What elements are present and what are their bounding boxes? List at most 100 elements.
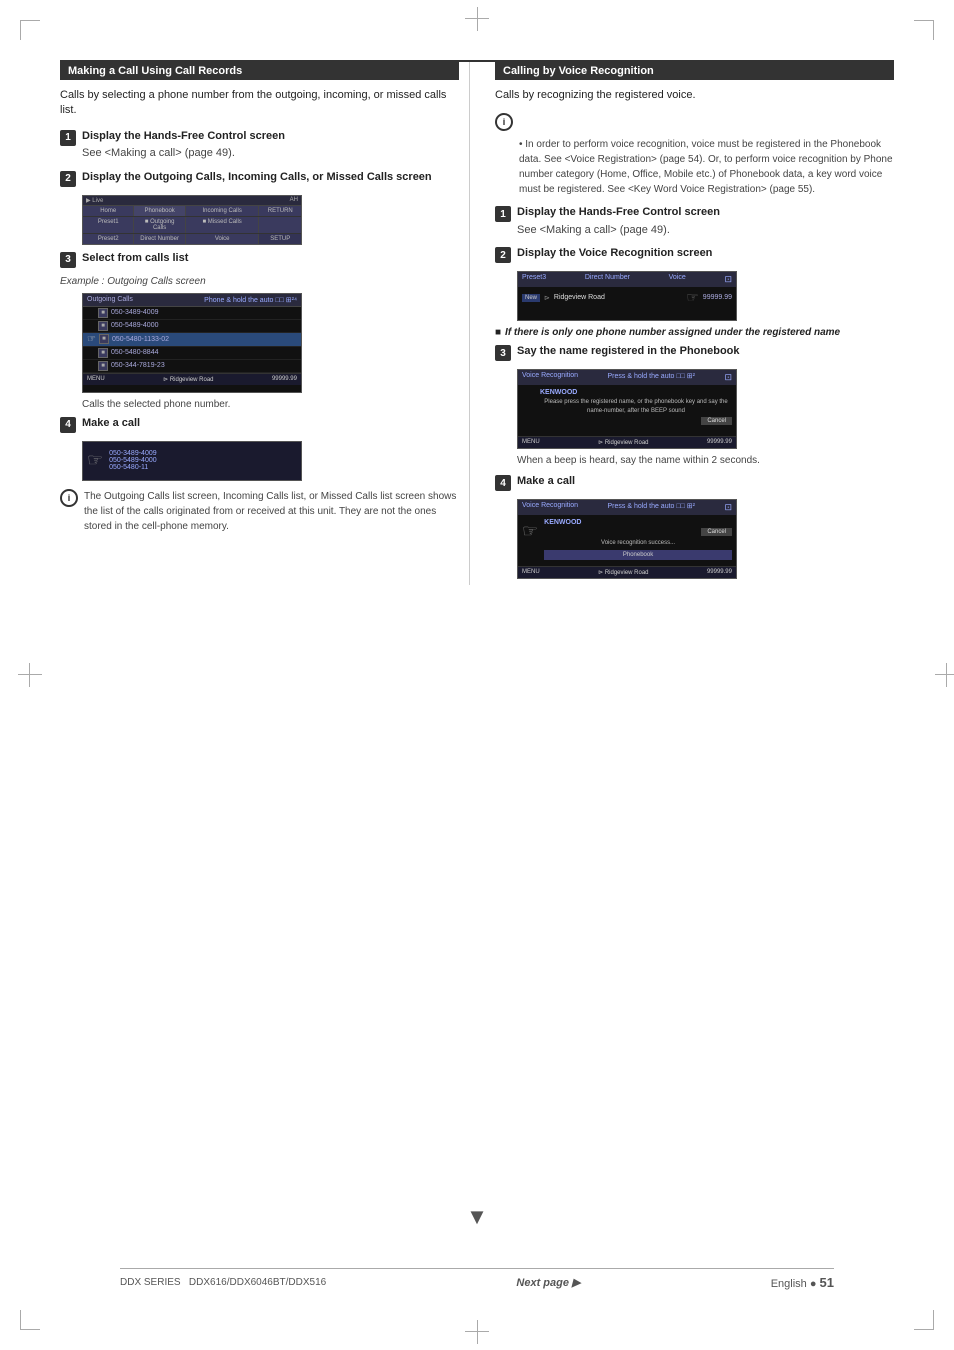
left-step-1: 1 Display the Hands-Free Control screen … [60,129,459,162]
screen-btn-row-1: Home Phonebook Incoming Calls RETURN [83,206,301,217]
step-num-1: 1 [60,130,76,146]
right-step-1-content: Display the Hands-Free Control screen Se… [517,205,894,238]
bottom-right-info: English ● 51 [771,1275,834,1290]
make-call-vr-icon: ☞ [522,521,538,560]
crop-mark-bl [20,1310,40,1330]
step-2-title: Display the Outgoing Calls, Incoming Cal… [82,170,459,185]
vr-screen-row: New ⊳ Ridgeview Road ☞ 99999.99 [518,287,736,308]
step-3-title: Select from calls list [82,251,459,266]
right-step-4-content: Make a call [517,474,894,489]
page-continue-arrow: ▼ [466,1204,488,1230]
make-call-vr-header: Voice Recognition Press & hold the auto … [518,500,736,515]
screen-top-bar: ▶ Live AH [83,196,301,206]
calls-item-1: ■ 050-3489-4009 [83,307,301,320]
left-note-box: i The Outgoing Calls list screen, Incomi… [60,489,459,534]
step-num-3: 3 [60,252,76,268]
crosshair-right [935,663,936,687]
screen-btn-row-2: Preset1 ■ Outgoing Calls ■ Missed Calls [83,217,301,234]
screen-btn-return: RETURN [259,206,301,216]
right-section-header: Calling by Voice Recognition [495,62,894,80]
phone-number-assigned-text: If there is only one phone number assign… [505,327,840,338]
make-call-vr-name: KENWOOD [544,519,732,526]
calls-icon-5: ■ [98,361,108,371]
left-step-3: 3 Select from calls list [60,251,459,268]
screen-btn-direct: Direct Number [134,234,185,244]
right-step-3-title: Say the name registered in the Phonebook [517,344,894,359]
screen-btn-blank [259,217,301,233]
right-step-num-2: 2 [495,247,511,263]
right-subtitle: Calls by recognizing the registered voic… [495,88,894,103]
right-step-num-4: 4 [495,475,511,491]
crop-mark-br [914,1310,934,1330]
make-call-vr-container: Voice Recognition Press & hold the auto … [517,499,894,579]
say-screen-body: KENWOOD Please press the registered name… [518,385,736,429]
calls-item-2: ■ 050-5489-4000 [83,320,301,333]
vr-screen: Preset3 Direct Number Voice ⊡ New ⊳ Ridg… [517,271,737,321]
outgoing-calls-container: Outgoing Calls Phone & hold the auto □□ … [82,293,459,393]
step-1-title: Display the Hands-Free Control screen [82,129,459,144]
make-call-screen: ☞ 050-3489-4009 050-5489-4000 050-5480-1… [82,441,302,481]
screen-btn-voice: Voice [186,234,260,244]
vr-note-text: • In order to perform voice recognition,… [519,137,894,197]
make-call-vr-info: KENWOOD Cancel Voice recognition success… [544,519,732,560]
cancel-button-say[interactable]: Cancel [701,417,732,425]
screen-btn-incoming: Incoming Calls [186,206,260,216]
step-1-content: Display the Hands-Free Control screen Se… [82,129,459,162]
left-subtitle: Calls by selecting a phone number from t… [60,88,459,119]
left-note-text: The Outgoing Calls list screen, Incoming… [84,489,459,534]
right-step-4: 4 Make a call [495,474,894,491]
crop-mark-tl [20,20,40,40]
step-num-2: 2 [60,171,76,187]
right-step-2: 2 Display the Voice Recognition screen [495,246,894,263]
make-call-info: 050-3489-4009 050-5489-4000 050-5480-11 [109,450,157,471]
main-columns: Making a Call Using Call Records Calls b… [60,62,894,585]
hands-free-screen: ▶ Live AH Home Phonebook Incoming Calls … [82,195,302,245]
vr-note-icon: i [495,113,513,131]
calls-item-3-selected: ☞ ■ 050-5480-1133-02 [83,333,301,347]
right-step-2-content: Display the Voice Recognition screen [517,246,894,261]
vr-note-icon-container: i [495,113,894,131]
vr-screen-header: Preset3 Direct Number Voice ⊡ [518,272,736,287]
screen-btn-missed: ■ Missed Calls [186,217,260,233]
left-step-2: 2 Display the Outgoing Calls, Incoming C… [60,170,459,187]
screen-btn-preset2: Preset2 [83,234,134,244]
calls-item-4: ■ 050-5480-8844 [83,347,301,360]
crosshair-top [465,18,489,19]
make-call-container: ☞ 050-3489-4009 050-5489-4000 050-5480-1… [82,441,459,481]
say-screen-content: KENWOOD Please press the registered name… [540,389,732,425]
step-4-title: Make a call [82,416,459,431]
vr-screen-container: Preset3 Direct Number Voice ⊡ New ⊳ Ridg… [517,271,894,321]
say-screen-prompt: Please press the registered name, or the… [540,398,732,415]
right-step-1-title: Display the Hands-Free Control screen [517,205,894,220]
calls-screen-header: Outgoing Calls Phone & hold the auto □□ … [83,294,301,307]
outgoing-calls-screen: Outgoing Calls Phone & hold the auto □□ … [82,293,302,393]
step-4-content: Make a call [82,416,459,431]
phone-hand-icon: ☞ [87,450,103,471]
right-step-num-1: 1 [495,206,511,222]
cancel-button-vr[interactable]: Cancel [701,528,732,536]
left-section-header: Making a Call Using Call Records [60,62,459,80]
crop-mark-tr [914,20,934,40]
make-call-name3: 050-5480-11 [109,464,157,471]
make-call-vr-screen: Voice Recognition Press & hold the auto … [517,499,737,579]
step-3-content: Select from calls list [82,251,459,266]
step-num-4: 4 [60,417,76,433]
right-step-1: 1 Display the Hands-Free Control screen … [495,205,894,238]
make-call-vr-footer: MENU ⊳ Ridgeview Road 99999.99 [518,566,736,578]
step-2-content: Display the Outgoing Calls, Incoming Cal… [82,170,459,185]
make-call-vr-body: ☞ KENWOOD Cancel Voice recognition succe… [518,515,736,564]
screen-btn-outgoing: ■ Outgoing Calls [134,217,185,233]
step2-screen-container: ▶ Live AH Home Phonebook Incoming Calls … [82,195,459,245]
right-step-num-3: 3 [495,345,511,361]
say-screen-container: Voice Recognition Press & hold the auto … [517,369,894,449]
say-screen-name: KENWOOD [540,389,732,396]
left-step-4: 4 Make a call [60,416,459,433]
bottom-bar: DDX SERIES DDX616/DDX6046BT/DDX516 Next … [120,1268,834,1290]
calls-icon-2: ■ [98,321,108,331]
calls-icon-1: ■ [98,308,108,318]
next-page-label: Next page ▶ [516,1276,580,1289]
phonebook-button[interactable]: Phonebook [544,550,732,560]
screen-btn-row-3: Preset2 Direct Number Voice SETUP [83,234,301,244]
screen-btn-home: Home [83,206,134,216]
calls-list: ■ 050-3489-4009 ■ 050-5489-4000 ☞ ■ 050-… [83,307,301,373]
